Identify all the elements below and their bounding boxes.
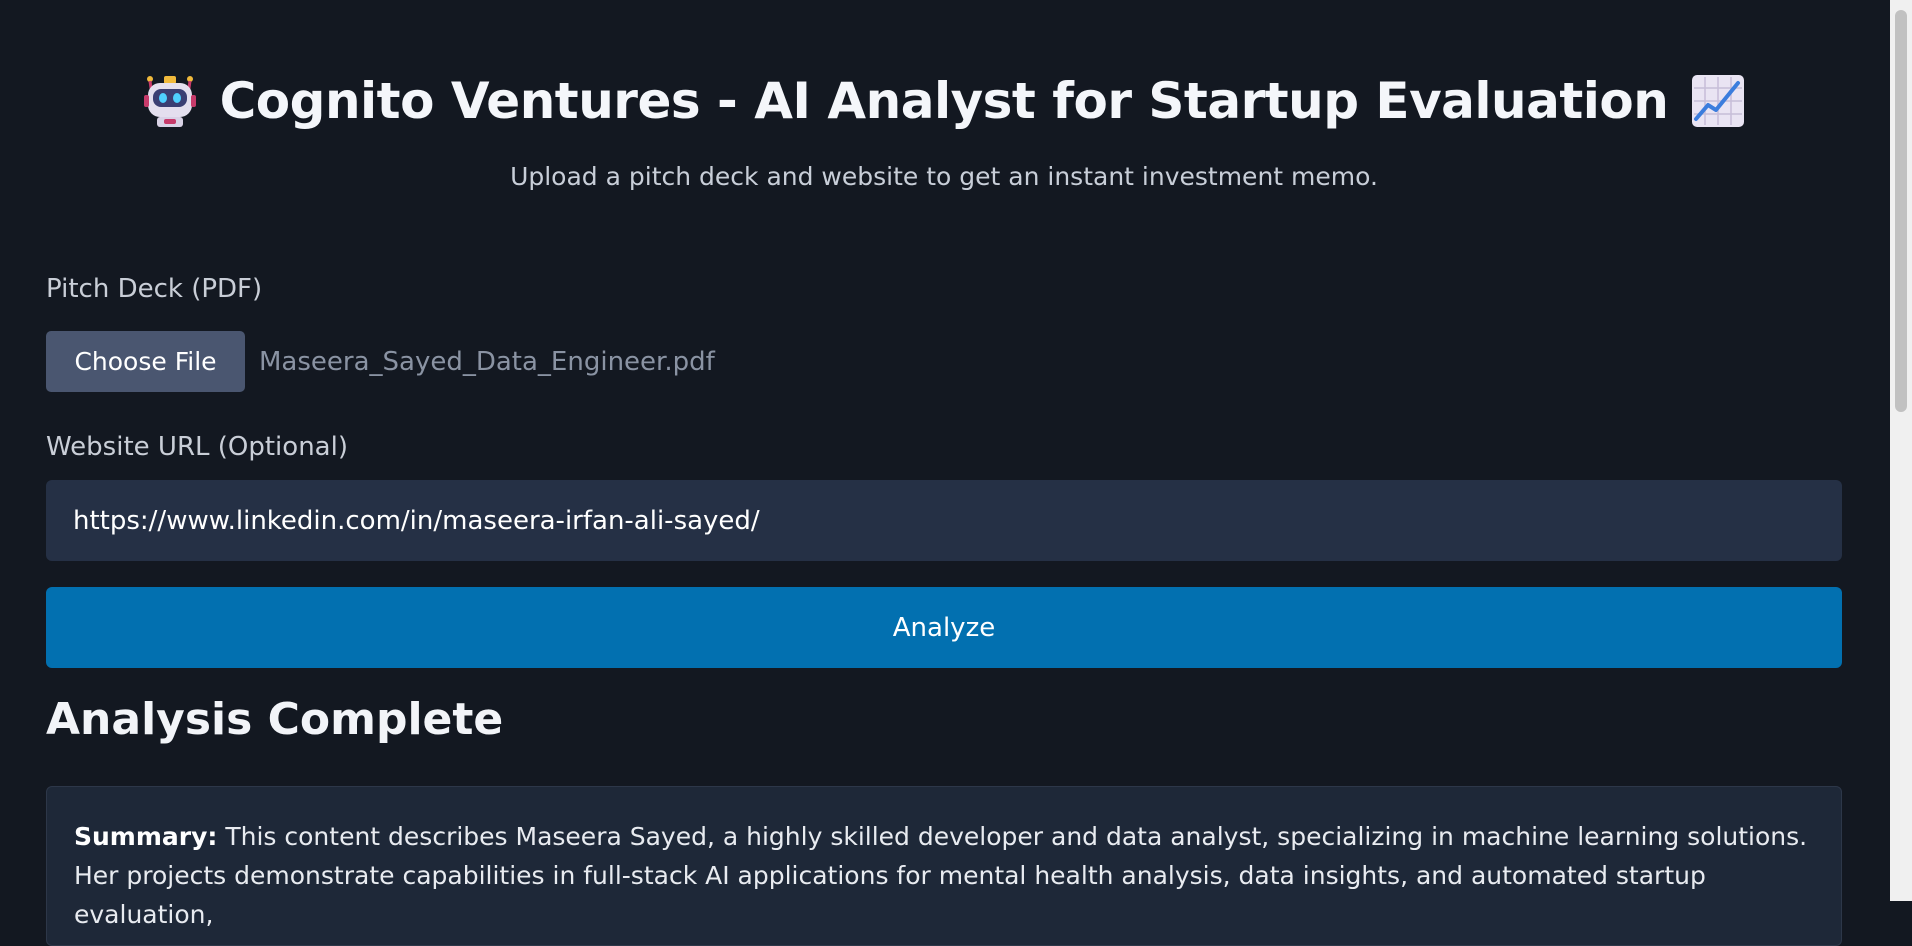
robot-icon — [142, 73, 198, 129]
page-scrollbar[interactable] — [1890, 0, 1912, 901]
scrollbar-thumb[interactable] — [1895, 10, 1907, 412]
app-page: Cognito Ventures - AI Analyst for Startu… — [46, 0, 1842, 946]
chart-increasing-icon — [1690, 73, 1746, 129]
page-header: Cognito Ventures - AI Analyst for Startu… — [46, 0, 1842, 191]
selected-file-name: Maseera_Sayed_Data_Engineer.pdf — [259, 346, 715, 377]
page-title-text: Cognito Ventures - AI Analyst for Startu… — [219, 72, 1669, 130]
pitch-deck-label: Pitch Deck (PDF) — [46, 274, 263, 304]
analyze-button[interactable]: Analyze — [46, 587, 1842, 668]
file-input[interactable]: Choose File Maseera_Sayed_Data_Engineer.… — [46, 331, 715, 392]
choose-file-button[interactable]: Choose File — [46, 331, 245, 392]
summary-text: This content describes Maseera Sayed, a … — [74, 822, 1808, 929]
summary-label: Summary: — [74, 822, 218, 851]
summary-panel: Summary: This content describes Maseera … — [46, 786, 1842, 946]
website-url-label: Website URL (Optional) — [46, 432, 348, 462]
page-subtitle: Upload a pitch deck and website to get a… — [510, 162, 1378, 191]
analysis-title: Analysis Complete — [46, 694, 504, 745]
page-title: Cognito Ventures - AI Analyst for Startu… — [142, 68, 1747, 134]
website-url-input[interactable]: https://www.linkedin.com/in/maseera-irfa… — [46, 480, 1842, 561]
